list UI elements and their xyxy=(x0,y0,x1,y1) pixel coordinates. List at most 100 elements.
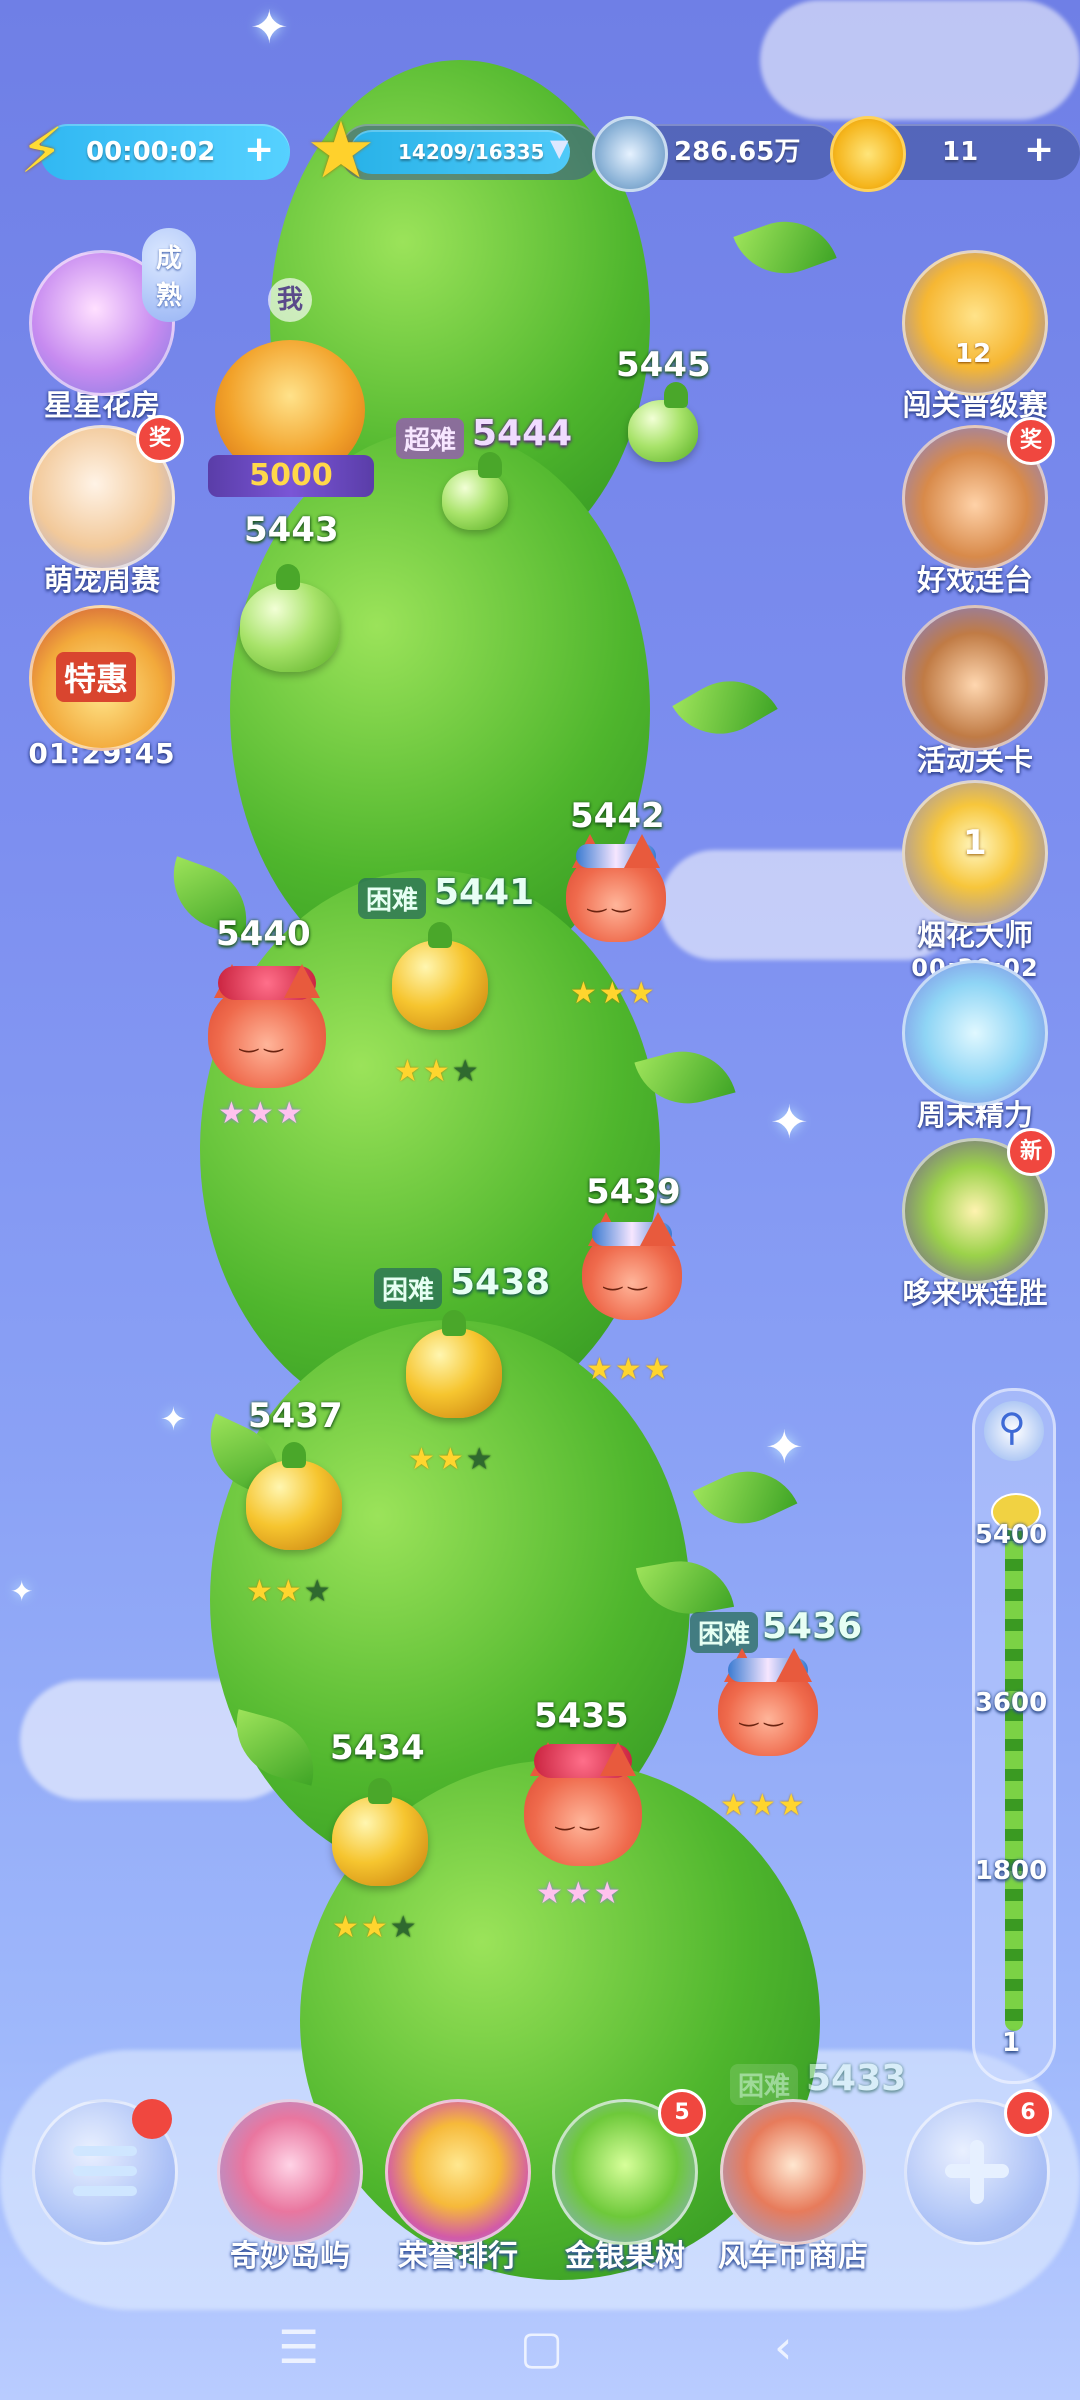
sparkle: ✦ xyxy=(250,0,289,54)
stars-progress: 14209/16335 xyxy=(398,140,545,164)
honor-ranking-button[interactable]: 荣誉排行 xyxy=(373,2099,543,2275)
windmill-coin-icon xyxy=(592,116,668,192)
sparkle: ✦ xyxy=(10,1575,34,1608)
money-tree-button[interactable]: 金银果树 5 xyxy=(540,2089,710,2275)
shop-stall-icon: 特惠 xyxy=(29,605,175,751)
level-number: 5444 xyxy=(472,413,573,454)
fireworks-master-button[interactable]: 1 烟花大师 00:30:02 xyxy=(895,780,1055,982)
event-levels-button[interactable]: 活动关卡 xyxy=(895,605,1055,779)
count-badge: 5 xyxy=(658,2089,706,2137)
difficulty-tag: 困难 xyxy=(690,1612,759,1653)
level-stars: ★★★ xyxy=(218,1096,305,1131)
difficulty-tag: 困难 xyxy=(374,1268,443,1309)
level-number: 5438 xyxy=(450,1262,551,1303)
home-icon[interactable]: ▢ xyxy=(520,2320,563,2374)
count-badge: 6 xyxy=(1004,2089,1052,2137)
level-stars: ★★★ xyxy=(720,1788,807,1823)
shop-icon xyxy=(720,2099,866,2245)
fox-opera-character: ‿ ‿ xyxy=(208,964,326,1088)
level-progress-track[interactable] xyxy=(972,1388,1056,2084)
progress-label: 3600 xyxy=(974,1688,1048,1718)
star-icon: ★ xyxy=(306,106,376,196)
island-tree-icon xyxy=(217,2099,363,2245)
add-gold-plus-icon[interactable]: + xyxy=(1024,132,1054,168)
level-stars: ★★★ xyxy=(536,1876,623,1911)
special-offer-title: 特惠 xyxy=(56,652,137,702)
level-number: 5439 xyxy=(586,1172,681,1212)
gold-coin-amount: 11 xyxy=(942,137,979,167)
reward-badge: 奖 xyxy=(1007,417,1055,465)
energy-timer: 00:00:02 xyxy=(86,137,216,167)
progress-label: 1 xyxy=(1001,2028,1021,2058)
reward-badge: 奖 xyxy=(136,415,184,463)
potion-bottle-icon xyxy=(902,960,1048,1106)
level-number: 5436 xyxy=(762,1606,863,1647)
notification-dot xyxy=(132,2099,172,2139)
progress-label: 1800 xyxy=(974,1856,1048,1886)
level-number: 5440 xyxy=(216,914,311,954)
fox-opera-character: ‿ ‿ xyxy=(582,1212,682,1320)
player-tag: 我 xyxy=(268,278,312,322)
chevron-down-icon[interactable]: ▼ xyxy=(550,134,568,162)
level-fruit xyxy=(628,382,698,462)
wonder-island-button[interactable]: 奇妙岛屿 xyxy=(205,2099,375,2275)
pet-weekly-button[interactable]: 萌宠周赛 奖 xyxy=(22,415,184,599)
fireworks-count: 1 xyxy=(963,823,987,863)
add-energy-plus-icon[interactable]: + xyxy=(244,132,274,168)
level-stars: ★★★ xyxy=(332,1910,419,1945)
star-garden-button[interactable]: 星星花房 成熟 xyxy=(22,228,197,424)
level-number: 5441 xyxy=(434,872,535,913)
progress-label: 5400 xyxy=(974,1520,1048,1550)
difficulty-tag: 超难 xyxy=(396,418,465,459)
fox-opera-character: ‿ ‿ xyxy=(524,1742,642,1866)
level-fruit xyxy=(240,564,340,672)
difficulty-tag: 困难 xyxy=(358,878,427,919)
level-fruit xyxy=(332,1778,428,1886)
bottom-nav: 奇妙岛屿 荣誉排行 金银果树 5 风车币商店 6 xyxy=(0,2085,1080,2285)
level-league-button[interactable]: 12 闯关晋级赛 xyxy=(895,250,1055,424)
recent-apps-icon[interactable]: ☰ xyxy=(278,2320,319,2374)
fox-opera-character: ‿ ‿ xyxy=(566,834,666,942)
level-stars: ★★★ xyxy=(570,976,657,1011)
level-fruit xyxy=(392,922,488,1030)
level-stars: ★★★ xyxy=(394,1054,481,1089)
lightning-icon: ⚡ xyxy=(20,114,64,187)
level-number: 5435 xyxy=(534,1696,629,1736)
mature-bubble: 成熟 xyxy=(142,228,197,322)
wind-coin-amount: 286.65万 xyxy=(674,137,801,167)
gold-coin-icon xyxy=(830,116,906,192)
doremi-streak-button[interactable]: 哆来咪连胜 新 xyxy=(895,1128,1055,1312)
level-number: 5437 xyxy=(248,1396,343,1436)
system-nav-bar: ☰ ▢ ‹ xyxy=(0,2300,1080,2400)
level-number: 5443 xyxy=(244,510,339,550)
fox-opera-character: ‿ ‿ xyxy=(718,1648,818,1756)
windmill-shop-button[interactable]: 风车币商店 xyxy=(708,2099,878,2275)
level-number: 5442 xyxy=(570,796,665,836)
level-stars: ★★★ xyxy=(408,1442,495,1477)
level-number: 5434 xyxy=(330,1728,425,1768)
more-button[interactable]: 6 xyxy=(892,2089,1062,2245)
menu-button[interactable] xyxy=(20,2099,190,2245)
top-resource-bar: ⚡ 00:00:02 + ★ 14209/16335 ▼ 286.65万 11 … xyxy=(20,106,1080,196)
official-character-icon xyxy=(902,605,1048,751)
trophy-crown-icon: 12 xyxy=(902,250,1048,396)
level-stars: ★★★ xyxy=(586,1352,673,1387)
crown-icon xyxy=(385,2099,531,2245)
show-combo-button[interactable]: 好戏连台 奖 xyxy=(895,417,1055,599)
sparkle: ✦ xyxy=(765,1420,804,1474)
sparkle: ✦ xyxy=(160,1400,187,1438)
progress-rope xyxy=(1005,1511,1023,2031)
level-fruit xyxy=(246,1442,342,1550)
cloud xyxy=(760,0,1080,120)
special-offer-button[interactable]: 特惠 01:29:45 xyxy=(22,605,182,770)
back-icon[interactable]: ‹ xyxy=(774,2320,792,2374)
player-score-ribbon: 5000 xyxy=(208,455,374,497)
weekend-energy-button[interactable]: 周末精力 xyxy=(895,960,1055,1134)
level-fruit xyxy=(442,452,508,530)
sparkle: ✦ xyxy=(770,1095,809,1149)
level-stars: ★★★ xyxy=(246,1574,333,1609)
level-number: 5445 xyxy=(616,345,711,385)
league-rank: 12 xyxy=(955,339,992,369)
map-pin-icon[interactable] xyxy=(984,1401,1044,1461)
new-badge: 新 xyxy=(1007,1128,1055,1176)
